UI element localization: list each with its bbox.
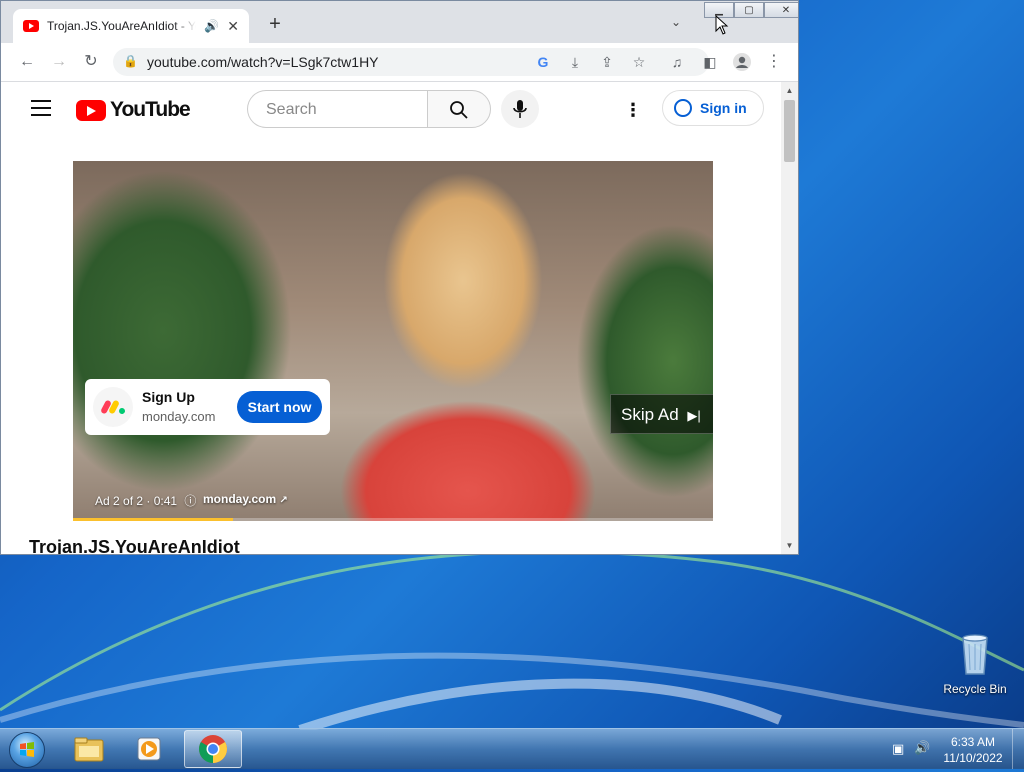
tab-title: Trojan.JS.YouAreAnIdiot - YouTube	[47, 19, 196, 33]
search-box[interactable]	[247, 90, 427, 128]
sign-in-label: Sign in	[700, 100, 747, 116]
windows-start-orb-icon	[9, 732, 45, 768]
voice-search-button[interactable]	[501, 90, 539, 128]
page-scrollbar[interactable]: ▲ ▼	[781, 82, 798, 554]
account-circle-icon	[674, 99, 692, 117]
ad-advertiser-name: Sign Up	[142, 389, 195, 405]
chrome-menu-icon[interactable]: ⋮	[764, 52, 784, 72]
tab-youtube[interactable]: Trojan.JS.YouAreAnIdiot - YouTube 🔊 ✕	[13, 9, 249, 43]
youtube-favicon-icon	[23, 20, 39, 32]
mouse-cursor-icon	[715, 15, 729, 35]
maximize-button[interactable]: ▢	[734, 2, 764, 18]
system-clock[interactable]: 6:33 AM 11/10/2022	[940, 734, 1006, 766]
ad-position-label: Ad 2 of 2 · 0:41	[95, 494, 178, 508]
recycle-bin-label: Recycle Bin	[943, 682, 1007, 696]
google-translate-icon[interactable]: G	[533, 52, 553, 72]
start-now-button[interactable]: Start now	[237, 391, 322, 423]
recycle-bin-icon	[951, 630, 999, 678]
search-icon	[450, 101, 468, 119]
taskbar: ▣ 🔊 6:33 AM 11/10/2022	[0, 728, 1024, 769]
network-icon[interactable]: ▣	[892, 741, 904, 757]
taskbar-explorer-button[interactable]	[60, 730, 118, 768]
new-tab-button[interactable]: +	[263, 13, 287, 36]
back-arrow-icon[interactable]: ←	[17, 52, 37, 72]
clock-date: 11/10/2022	[943, 751, 1003, 765]
recycle-bin-desktop-icon[interactable]: Recycle Bin	[935, 630, 1015, 696]
skip-ad-button[interactable]: Skip Ad ▶|	[610, 394, 713, 434]
search-button[interactable]	[427, 90, 491, 128]
show-desktop-button[interactable]	[1012, 729, 1024, 769]
page-viewport: YouTube ⋮ Sign in	[1, 82, 781, 554]
media-player-icon	[137, 737, 161, 761]
chrome-window: Trojan.JS.YouAreAnIdiot - YouTube 🔊 ✕ + …	[0, 0, 799, 555]
install-app-icon[interactable]: ⤓	[565, 52, 585, 72]
tab-search-chevron-icon[interactable]: ⌄	[671, 15, 681, 29]
profile-icon[interactable]	[732, 52, 752, 72]
video-title: Trojan.JS.YouAreAnIdiot	[29, 537, 240, 554]
youtube-play-logo-icon	[76, 99, 106, 121]
youtube-logo[interactable]: YouTube	[76, 98, 191, 122]
taskbar-media-player-button[interactable]	[121, 730, 179, 768]
media-controls-icon[interactable]: ♫	[667, 52, 687, 72]
volume-icon[interactable]: 🔊	[914, 740, 930, 756]
search-input[interactable]	[264, 100, 418, 120]
ad-domain-link[interactable]: monday.com ↗	[203, 492, 288, 506]
tab-audio-icon[interactable]: 🔊	[204, 19, 219, 33]
start-button[interactable]	[6, 730, 46, 768]
bookmark-star-icon[interactable]: ☆	[629, 52, 649, 72]
monday-logo-icon	[93, 387, 133, 427]
ad-overlay-card[interactable]: Sign Up monday.com Start now	[85, 379, 330, 435]
side-panel-icon[interactable]: ◧	[700, 52, 720, 72]
microphone-icon	[513, 100, 527, 118]
ad-card-domain: monday.com	[142, 409, 216, 424]
reload-icon[interactable]: ↻	[81, 52, 101, 72]
video-player[interactable]: Sign Up monday.com Start now Skip Ad ▶| …	[73, 161, 713, 521]
ad-info-text: Ad 2 of 2 · 0:41 ⓘ	[95, 492, 196, 509]
skip-next-icon: ▶|	[687, 408, 701, 423]
ad-domain-label: monday.com	[203, 492, 277, 506]
scroll-down-arrow-icon[interactable]: ▼	[781, 541, 798, 550]
lock-icon[interactable]: 🔒	[123, 54, 138, 68]
guide-menu-icon[interactable]	[31, 100, 51, 121]
skip-ad-label: Skip Ad	[621, 405, 679, 424]
ad-info-icon[interactable]: ⓘ	[184, 494, 196, 508]
sign-in-button[interactable]: Sign in	[662, 90, 764, 126]
scroll-up-arrow-icon[interactable]: ▲	[781, 86, 798, 95]
url-text: youtube.com/watch?v=LSgk7ctw1HY	[147, 54, 379, 70]
ad-progress-bar[interactable]	[73, 518, 713, 521]
address-bar[interactable]: 🔒 youtube.com/watch?v=LSgk7ctw1HY G ⤓ ⇪ …	[113, 48, 709, 76]
forward-arrow-icon[interactable]: →	[49, 52, 69, 72]
chrome-icon	[199, 735, 227, 763]
browser-toolbar: ← → ↻ 🔒 youtube.com/watch?v=LSgk7ctw1HY …	[1, 43, 798, 82]
close-window-button[interactable]: ✕	[764, 2, 798, 18]
ad-progress-fill	[73, 518, 233, 521]
settings-more-icon[interactable]: ⋮	[621, 98, 645, 122]
youtube-logo-text: YouTube	[110, 98, 191, 121]
share-icon[interactable]: ⇪	[597, 52, 617, 72]
file-explorer-icon	[74, 737, 104, 762]
clock-time: 6:33 AM	[950, 735, 996, 749]
taskbar-chrome-button[interactable]	[184, 730, 242, 768]
scrollbar-thumb[interactable]	[784, 100, 795, 162]
tab-close-icon[interactable]: ✕	[227, 18, 239, 35]
tab-strip: Trojan.JS.YouAreAnIdiot - YouTube 🔊 ✕ + …	[1, 1, 798, 43]
external-link-icon: ↗	[279, 495, 288, 506]
